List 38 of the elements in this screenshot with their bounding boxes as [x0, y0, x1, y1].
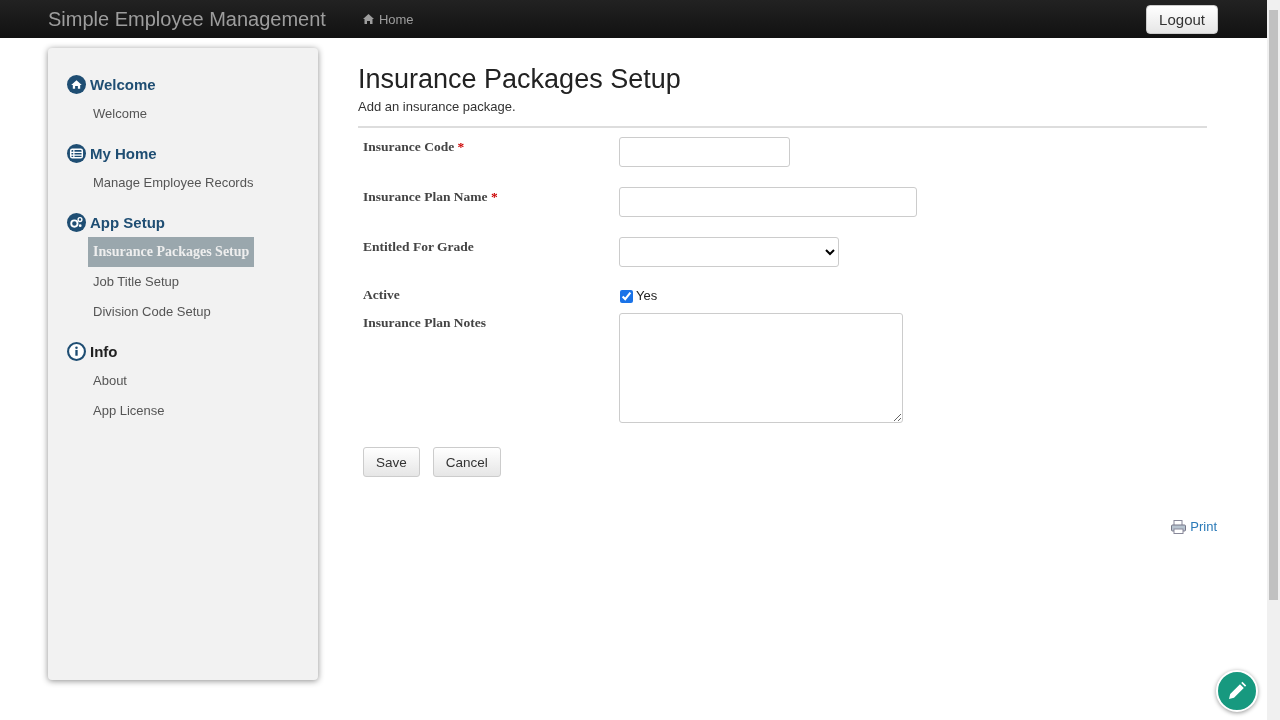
- field-label: Active: [363, 287, 401, 303]
- printer-icon: [1171, 519, 1187, 534]
- app-brand[interactable]: Simple Employee Management: [48, 7, 326, 31]
- page-title: Insurance Packages Setup: [358, 64, 682, 95]
- page-subtitle: Add an insurance package.: [358, 99, 517, 114]
- home-icon: [362, 14, 374, 24]
- form-button[interactable]: Cancel: [432, 447, 501, 477]
- sidebar-heading: Info: [90, 342, 118, 360]
- sidebar-item[interactable]: Welcome: [88, 99, 152, 129]
- field-label: Entitled For Grade: [363, 238, 475, 256]
- logout-button[interactable]: Logout: [1146, 4, 1218, 34]
- form-button[interactable]: Save: [363, 447, 420, 477]
- print-link[interactable]: Print: [1171, 519, 1217, 534]
- text-field[interactable]: [619, 187, 917, 217]
- checkbox-label: Yes: [636, 287, 658, 303]
- text-field[interactable]: [619, 137, 790, 167]
- sidebar-heading: My Home: [90, 144, 157, 162]
- select-dropdown[interactable]: [619, 237, 839, 267]
- field-label: Insurance Plan Notes: [363, 314, 487, 332]
- sidebar-item[interactable]: Manage Employee Records: [88, 168, 259, 198]
- info-icon: [67, 341, 86, 361]
- home-icon: [67, 74, 86, 94]
- sidebar-item[interactable]: Job Title Setup: [88, 267, 184, 297]
- sidebar-heading: Welcome: [90, 75, 156, 93]
- sidebar-heading: App Setup: [90, 213, 165, 231]
- notes-textarea[interactable]: [619, 313, 903, 423]
- gears-icon: [67, 212, 86, 232]
- field-label: Insurance Code *: [363, 138, 466, 156]
- sidebar-item[interactable]: App License: [88, 396, 170, 426]
- table-icon: [67, 143, 86, 163]
- edit-button[interactable]: [1216, 670, 1258, 712]
- field-label: Insurance Plan Name *: [363, 188, 499, 206]
- sidebar-item[interactable]: Division Code Setup: [88, 297, 216, 327]
- sidebar-item[interactable]: About: [88, 366, 132, 396]
- pencil-icon: [1227, 681, 1247, 701]
- scrollbar[interactable]: [1267, 0, 1280, 720]
- checkbox[interactable]: [620, 290, 633, 303]
- home-link[interactable]: Home: [362, 11, 414, 27]
